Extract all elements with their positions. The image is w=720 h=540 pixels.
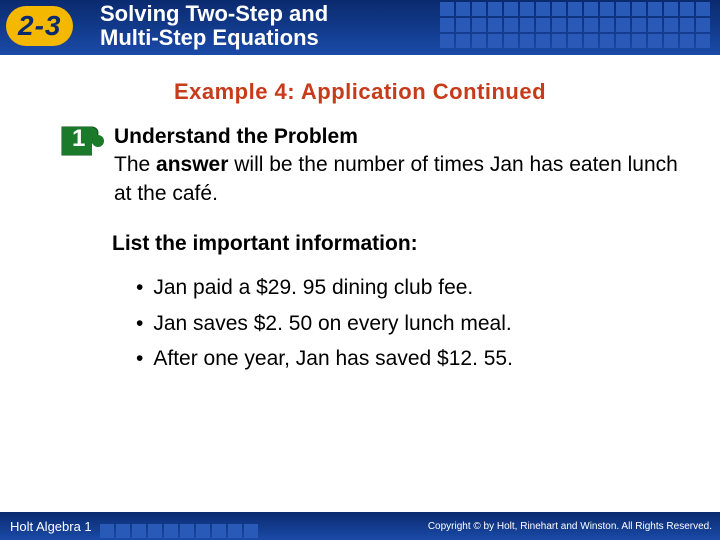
slide-content: Example 4: Application Continued 1 Under… [0, 55, 720, 377]
bullet-icon: • [136, 341, 143, 377]
step-title: Understand the Problem [114, 123, 680, 151]
step-body: The answer will be the number of times J… [114, 151, 680, 208]
step-text: Understand the Problem The answer will b… [114, 123, 680, 208]
lesson-title: Solving Two-Step and Multi-Step Equation… [100, 2, 328, 50]
bullet-icon: • [136, 306, 143, 342]
bullet-icon: • [136, 270, 143, 306]
bullet-list: • Jan paid a $29. 95 dining club fee. • Ja… [136, 270, 680, 377]
lesson-number-badge: 2-3 [6, 6, 73, 46]
slide-header: 2-3 Solving Two-Step and Multi-Step Equa… [0, 0, 720, 55]
footer-grid-decoration [100, 522, 258, 540]
list-item: • After one year, Jan has saved $12. 55. [136, 341, 680, 377]
example-heading: Example 4: Application Continued [40, 79, 680, 105]
list-item: • Jan paid a $29. 95 dining club fee. [136, 270, 680, 306]
bullet-text: Jan saves $2. 50 on every lunch meal. [153, 306, 511, 342]
list-heading: List the important information: [112, 232, 680, 256]
step-number: 1 [72, 125, 85, 153]
header-grid-decoration [440, 0, 720, 55]
footer-book-title: Holt Algebra 1 [10, 519, 92, 534]
lesson-title-line2: Multi-Step Equations [100, 25, 319, 50]
puzzle-piece-icon: 1 [60, 121, 106, 161]
step-body-pre: The [114, 153, 156, 176]
bullet-text: After one year, Jan has saved $12. 55. [153, 341, 513, 377]
slide-footer: Holt Algebra 1 Copyright © by Holt, Rine… [0, 512, 720, 540]
bullet-text: Jan paid a $29. 95 dining club fee. [153, 270, 473, 306]
step-body-bold: answer [156, 153, 228, 176]
step-row: 1 Understand the Problem The answer will… [60, 123, 680, 208]
list-item: • Jan saves $2. 50 on every lunch meal. [136, 306, 680, 342]
footer-copyright: Copyright © by Holt, Rinehart and Winsto… [428, 521, 712, 532]
lesson-title-line1: Solving Two-Step and [100, 1, 328, 26]
